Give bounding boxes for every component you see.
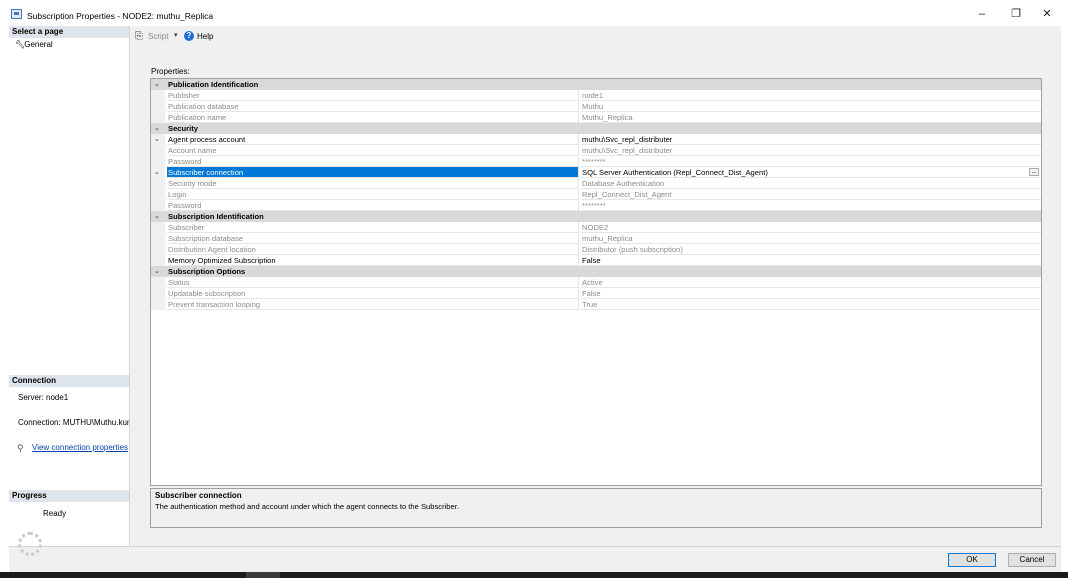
help-icon[interactable]: ? <box>184 31 194 41</box>
property-row[interactable]: Publication database Muthu <box>151 101 1041 112</box>
property-row[interactable]: Subscriber NODE2 <box>151 222 1041 233</box>
help-button[interactable]: Help <box>197 32 213 41</box>
category-subscription-options[interactable]: ⌄ Subscription Options <box>151 266 1041 277</box>
page-item-general[interactable]: 🔧︎ General <box>15 40 53 49</box>
maximize-button[interactable]: ❐ <box>1005 7 1027 21</box>
script-dropdown-arrow[interactable]: ▾ <box>174 31 178 39</box>
property-row[interactable]: Updatable subscription False <box>151 288 1041 299</box>
spinner-icon <box>18 532 42 556</box>
cancel-button[interactable]: Cancel <box>1008 553 1056 567</box>
taskbar-item[interactable] <box>246 572 280 578</box>
properties-label: Properties: <box>151 67 190 76</box>
minimize-button[interactable]: – <box>971 7 993 21</box>
property-row[interactable]: Login Repl_Connect_Dist_Agent <box>151 189 1041 200</box>
property-row[interactable]: Security mode Database Authentication <box>151 178 1041 189</box>
description-text: The authentication method and account un… <box>155 502 459 511</box>
connection-icon: ⚲ <box>17 443 24 453</box>
script-button[interactable]: Script <box>148 32 168 41</box>
app-icon <box>11 9 22 19</box>
window-title: Subscription Properties - NODE2: muthu_R… <box>27 11 214 21</box>
close-button[interactable]: ✕ <box>1036 7 1058 21</box>
chevron-down-icon[interactable]: ⌄ <box>154 167 160 178</box>
chevron-down-icon[interactable]: ⌄ <box>154 123 160 134</box>
left-panel: Select a page 🔧︎ General Connection Serv… <box>9 26 130 556</box>
property-row-memory-optimized[interactable]: Memory Optimized Subscription False <box>151 255 1041 266</box>
connection-header: Connection <box>9 375 129 387</box>
view-connection-properties-link[interactable]: View connection properties <box>32 443 128 452</box>
wrench-icon: 🔧︎ <box>15 40 26 49</box>
connection-label: Connection: MUTHU\Muthu.kuma <box>18 418 129 427</box>
chevron-down-icon[interactable]: ⌄ <box>154 79 160 90</box>
property-row[interactable]: Status Active <box>151 277 1041 288</box>
page-item-label: General <box>24 40 53 49</box>
chevron-down-icon[interactable]: ⌄ <box>154 211 160 222</box>
description-panel: Subscriber connection The authentication… <box>150 488 1042 528</box>
server-label: Server: node1 <box>18 393 69 402</box>
script-icon[interactable]: ⎘ <box>135 31 143 42</box>
taskbar <box>0 572 1068 578</box>
ellipsis-button[interactable]: ... <box>1029 168 1039 176</box>
progress-header: Progress <box>9 490 129 502</box>
property-row[interactable]: Account name muthu\Svc_repl_distributer <box>151 145 1041 156</box>
chevron-down-icon[interactable]: ⌄ <box>154 134 160 145</box>
progress-status: Ready <box>43 509 67 518</box>
property-row-agent-process-account[interactable]: ⌄ Agent process account muthu\Svc_repl_dis… <box>151 134 1041 145</box>
property-row[interactable]: Publisher node1 <box>151 90 1041 101</box>
property-row[interactable]: Prevent transaction looping True <box>151 299 1041 310</box>
property-row[interactable]: Password ******** <box>151 200 1041 211</box>
property-row[interactable]: Subscription database muthu_Replica <box>151 233 1041 244</box>
category-publication-identification[interactable]: ⌄ Publication Identification <box>151 79 1041 90</box>
chevron-down-icon[interactable]: ⌄ <box>154 266 160 277</box>
divider <box>9 546 1061 547</box>
ok-button[interactable]: OK <box>948 553 996 567</box>
property-grid: ⌄ Publication Identification Publisher no… <box>150 78 1042 486</box>
category-security[interactable]: ⌄ Security <box>151 123 1041 134</box>
property-row[interactable]: Password ******** <box>151 156 1041 167</box>
property-row[interactable]: Distribution Agent location Distributor (… <box>151 244 1041 255</box>
property-row-subscriber-connection[interactable]: ⌄ Subscriber connection SQL Server Authent… <box>151 167 1041 178</box>
description-title: Subscriber connection <box>155 491 242 500</box>
property-row[interactable]: Publication name Muthu_Replica <box>151 112 1041 123</box>
category-subscription-identification[interactable]: ⌄ Subscription Identification <box>151 211 1041 222</box>
select-page-header: Select a page <box>9 26 129 38</box>
